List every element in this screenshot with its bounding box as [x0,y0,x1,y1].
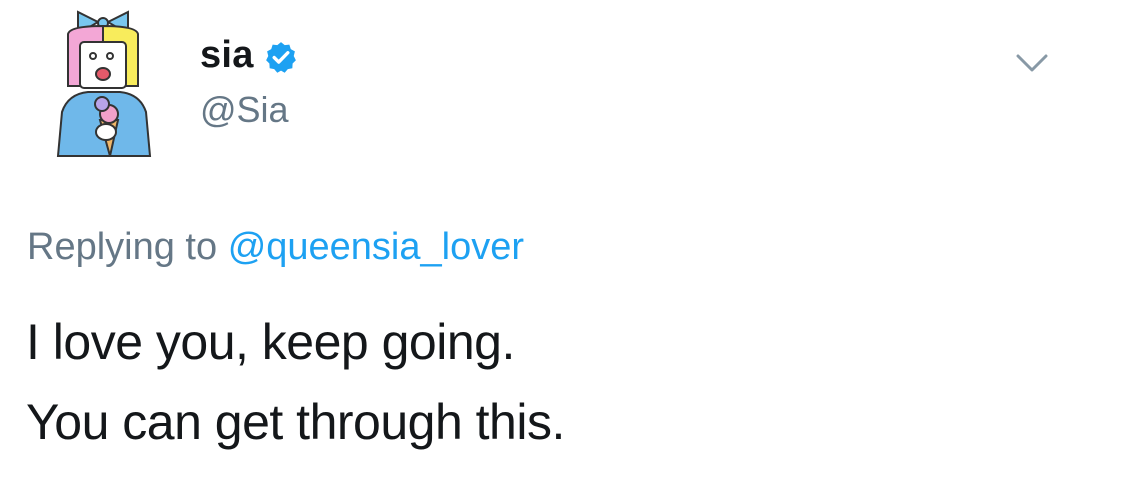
replying-to-prefix: Replying to [27,226,218,268]
chevron-down-icon[interactable] [1010,46,1054,80]
tweet-card: sia @Sia Replying to @queensia_lover I l… [0,0,1124,500]
tweet-line: I love you, keep going. [26,314,515,370]
tweet-header: sia @Sia [200,30,298,132]
replying-to: Replying to @queensia_lover [27,222,524,272]
user-handle[interactable]: @Sia [200,88,298,132]
avatar-illustration [56,10,152,157]
name-row: sia [200,30,298,80]
tweet-text: I love you, keep going. You can get thro… [26,302,565,462]
display-name[interactable]: sia [200,30,254,80]
verified-badge-icon [265,42,296,73]
reply-mention-link[interactable]: @queensia_lover [228,226,524,268]
profile-avatar[interactable] [48,8,168,158]
tweet-line: You can get through this. [26,394,565,450]
